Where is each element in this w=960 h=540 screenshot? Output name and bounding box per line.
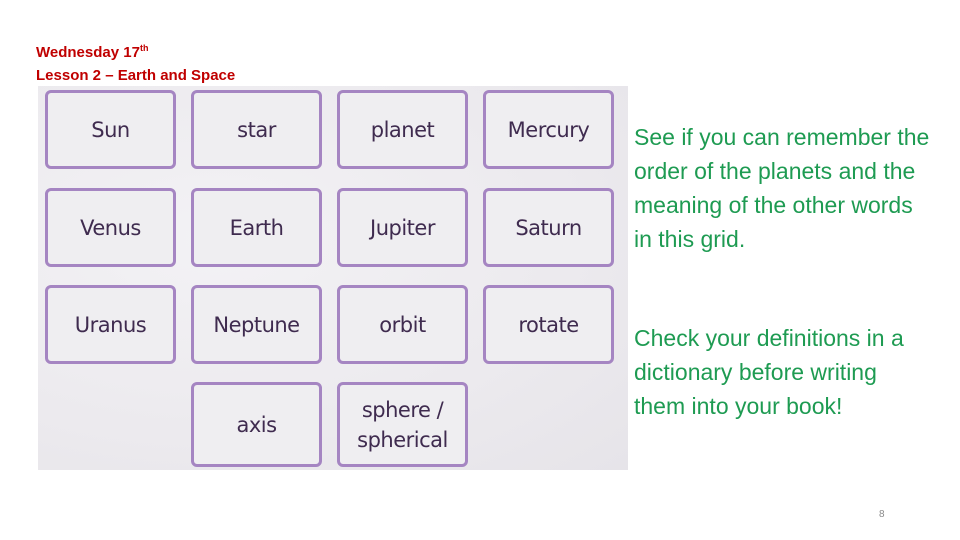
vocabulary-grid: Sun star planet Mercury Venus Earth Jupi…: [38, 86, 628, 470]
date-line: Wednesday 17th: [36, 43, 149, 62]
lesson-line: Lesson 2 – Earth and Space: [36, 67, 236, 84]
word-card: orbit: [337, 285, 468, 364]
word-card: Saturn: [483, 188, 614, 267]
word-card: axis: [191, 382, 322, 467]
word-card: Jupiter: [337, 188, 468, 267]
word-card: Sun: [45, 90, 176, 169]
page-number: 8: [879, 509, 885, 520]
instruction-dictionary: Check your definitions in a dictionary b…: [634, 325, 904, 419]
slide-title: Wednesday 17th Lesson 2 – Earth and Spac…: [36, 41, 235, 87]
word-card: Neptune: [191, 285, 322, 364]
word-card: Uranus: [45, 285, 176, 364]
word-card: planet: [337, 90, 468, 169]
word-card: rotate: [483, 285, 614, 364]
word-card: sphere / spherical: [337, 382, 468, 467]
word-card: Venus: [45, 188, 176, 267]
instruction-recall: See if you can remember the order of the…: [634, 124, 930, 252]
word-card: star: [191, 90, 322, 169]
word-card: Earth: [191, 188, 322, 267]
word-card: Mercury: [483, 90, 614, 169]
